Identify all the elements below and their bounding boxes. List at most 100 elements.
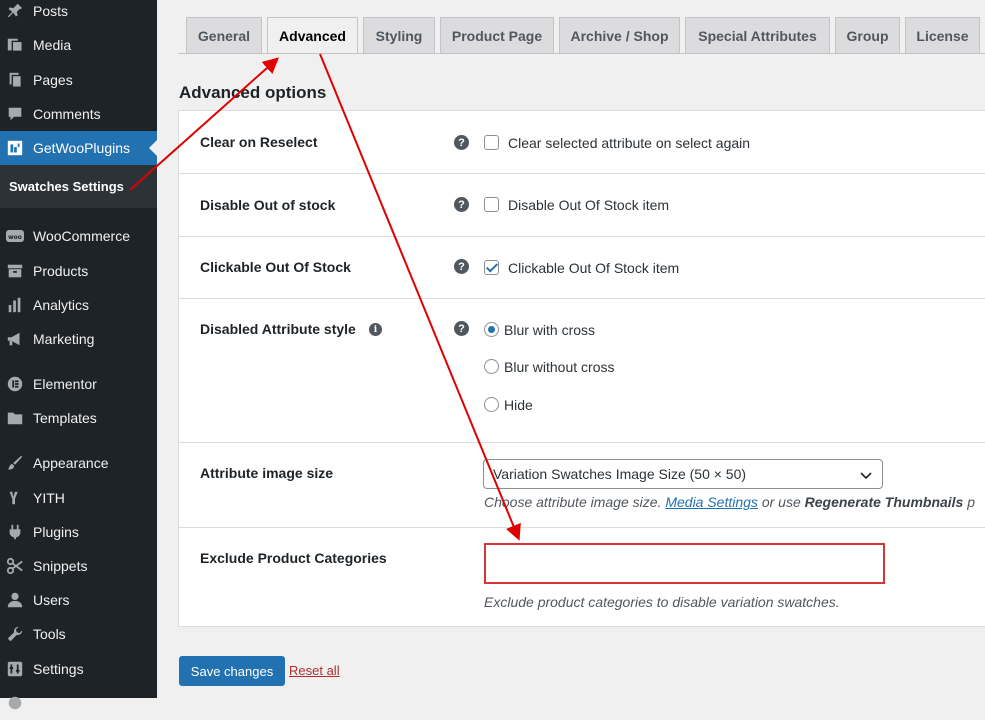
sidebar-item-getwooplugins[interactable]: GetWooPlugins bbox=[0, 131, 157, 165]
tab-license[interactable]: License bbox=[905, 17, 980, 53]
sidebar-item-label: Plugins bbox=[33, 524, 79, 540]
media-settings-link[interactable]: Media Settings bbox=[665, 494, 758, 510]
sidebar-item-label: Appearance bbox=[33, 455, 109, 471]
sidebar-item-comments[interactable]: Comments bbox=[0, 97, 157, 131]
exclude-categories-input[interactable] bbox=[484, 543, 885, 584]
help-icon[interactable]: ? bbox=[454, 197, 469, 212]
brush-icon bbox=[5, 453, 25, 473]
setting-label: Disabled Attribute style bbox=[200, 321, 356, 337]
radio-blur-with-cross[interactable] bbox=[484, 322, 499, 337]
getwooplugins-icon bbox=[5, 138, 25, 158]
regenerate-thumbnails-text: Regenerate Thumbnails bbox=[804, 494, 964, 510]
desc-text: or use bbox=[761, 494, 801, 510]
setting-label: Disable Out of stock bbox=[200, 197, 336, 213]
help-icon[interactable]: ? bbox=[454, 321, 469, 336]
tab-product-page[interactable]: Product Page bbox=[440, 17, 554, 53]
sidebar-item-label: Pages bbox=[33, 72, 73, 88]
sidebar-item-marketing[interactable]: Marketing bbox=[0, 322, 157, 356]
admin-sidebar: Posts Media Pages Comments GetWooPlugins… bbox=[0, 0, 157, 710]
sidebar-item-woocommerce[interactable]: woo WooCommerce bbox=[0, 219, 157, 253]
sidebar-item-yith[interactable]: YITH bbox=[0, 481, 157, 515]
sidebar-item-label: Users bbox=[33, 592, 70, 608]
submenu-label: Swatches Settings bbox=[9, 179, 124, 194]
sidebar-item-label: Analytics bbox=[33, 297, 90, 313]
sidebar-item-products[interactable]: Products bbox=[0, 254, 157, 288]
info-icon[interactable]: i bbox=[369, 323, 382, 336]
folder-icon bbox=[5, 408, 25, 428]
scissors-icon bbox=[5, 556, 25, 576]
sidebar-item-partial[interactable] bbox=[0, 686, 157, 720]
image-size-select[interactable]: Variation Swatches Image Size (50 × 50) bbox=[483, 459, 883, 489]
sidebar-item-label: YITH bbox=[33, 490, 65, 506]
radio-label[interactable]: Blur without cross bbox=[504, 359, 614, 375]
setting-row-clear-reselect: Clear on Reselect ? Clear selected attri… bbox=[179, 111, 985, 174]
setting-label: Exclude Product Categories bbox=[200, 550, 387, 566]
setting-label: Attribute image size bbox=[200, 465, 334, 481]
radio-label[interactable]: Blur with cross bbox=[504, 322, 595, 338]
sidebar-item-snippets[interactable]: Snippets bbox=[0, 549, 157, 583]
desc-text: p bbox=[967, 494, 976, 510]
image-size-description: Choose attribute image size. Media Setti… bbox=[484, 494, 975, 510]
sidebar-item-settings[interactable]: Settings bbox=[0, 652, 157, 686]
partial-icon bbox=[5, 693, 25, 713]
tab-styling[interactable]: Styling bbox=[363, 17, 435, 53]
sidebar-item-label: Settings bbox=[33, 661, 84, 677]
analytics-icon bbox=[5, 295, 25, 315]
sidebar-item-users[interactable]: Users bbox=[0, 583, 157, 617]
sidebar-item-appearance[interactable]: Appearance bbox=[0, 446, 157, 480]
elementor-icon bbox=[5, 374, 25, 394]
checkbox-label[interactable]: Clear selected attribute on select again bbox=[508, 135, 750, 151]
media-icon bbox=[5, 35, 25, 55]
radio-blur-without-cross[interactable] bbox=[484, 359, 499, 374]
submenu-swatches-settings[interactable]: Swatches Settings bbox=[0, 165, 157, 208]
tab-special-attributes[interactable]: Special Attributes bbox=[685, 17, 830, 53]
checkbox-label[interactable]: Clickable Out Of Stock item bbox=[508, 260, 679, 276]
reset-all-link[interactable]: Reset all bbox=[289, 663, 340, 678]
sidebar-item-tools[interactable]: Tools bbox=[0, 617, 157, 651]
pushpin-icon bbox=[5, 1, 25, 21]
sidebar-item-label: Comments bbox=[33, 106, 101, 122]
radio-label[interactable]: Hide bbox=[504, 397, 533, 413]
sidebar-item-templates[interactable]: Templates bbox=[0, 401, 157, 435]
sidebar-item-media[interactable]: Media bbox=[0, 28, 157, 62]
help-icon[interactable]: ? bbox=[454, 259, 469, 274]
sidebar-item-label: Products bbox=[33, 263, 89, 279]
yith-icon bbox=[5, 488, 25, 508]
sidebar-item-label: Marketing bbox=[33, 331, 95, 347]
products-icon bbox=[5, 261, 25, 281]
tab-group[interactable]: Group bbox=[835, 17, 900, 53]
wrench-icon bbox=[5, 624, 25, 644]
sidebar-item-label: Elementor bbox=[33, 376, 97, 392]
chevron-down-icon bbox=[860, 468, 872, 484]
tab-archive-shop[interactable]: Archive / Shop bbox=[559, 17, 680, 53]
save-changes-button[interactable]: Save changes bbox=[179, 656, 285, 686]
sidebar-item-analytics[interactable]: Analytics bbox=[0, 288, 157, 322]
comment-icon bbox=[5, 104, 25, 124]
clickable-oos-checkbox[interactable] bbox=[484, 260, 499, 275]
sidebar-item-label: Tools bbox=[33, 626, 66, 642]
exclude-categories-description: Exclude product categories to disable va… bbox=[484, 594, 840, 610]
tab-advanced[interactable]: Advanced bbox=[267, 17, 358, 54]
disable-oos-checkbox[interactable] bbox=[484, 197, 499, 212]
checkbox-label[interactable]: Disable Out Of Stock item bbox=[508, 197, 669, 213]
sidebar-item-pages[interactable]: Pages bbox=[0, 63, 157, 97]
megaphone-icon bbox=[5, 329, 25, 349]
help-icon[interactable]: ? bbox=[454, 135, 469, 150]
pages-icon bbox=[5, 70, 25, 90]
sidebar-item-elementor[interactable]: Elementor bbox=[0, 367, 157, 401]
sidebar-item-label: Media bbox=[33, 37, 72, 53]
settings-panel: Clear on Reselect ? Clear selected attri… bbox=[178, 110, 985, 627]
plugin-icon bbox=[5, 522, 25, 542]
tab-general[interactable]: General bbox=[186, 17, 262, 53]
sidebar-item-posts[interactable]: Posts bbox=[0, 0, 157, 28]
select-value: Variation Swatches Image Size (50 × 50) bbox=[493, 466, 747, 482]
setting-row-disable-oos: Disable Out of stock ? Disable Out Of St… bbox=[179, 174, 985, 237]
clear-reselect-checkbox[interactable] bbox=[484, 135, 499, 150]
radio-hide[interactable] bbox=[484, 397, 499, 412]
sidebar-item-plugins[interactable]: Plugins bbox=[0, 515, 157, 549]
setting-label: Clear on Reselect bbox=[200, 134, 318, 150]
svg-text:woo: woo bbox=[8, 234, 22, 241]
section-title: Advanced options bbox=[179, 83, 327, 102]
settings-tabs: General Advanced Styling Product Page Ar… bbox=[185, 17, 985, 54]
setting-label: Clickable Out Of Stock bbox=[200, 259, 351, 275]
